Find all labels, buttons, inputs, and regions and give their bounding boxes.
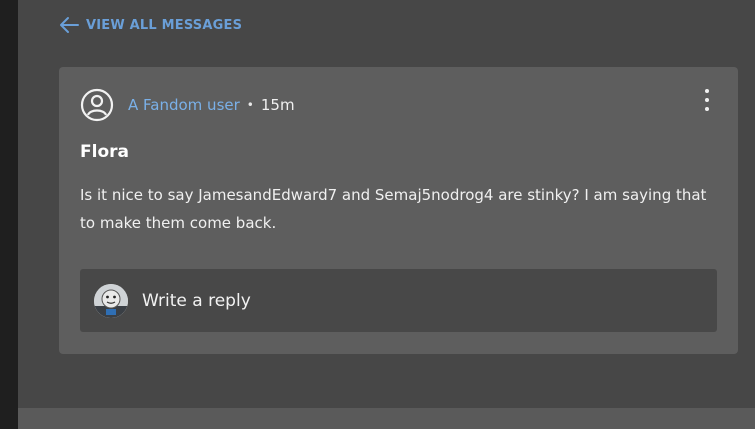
reply-placeholder: Write a reply bbox=[142, 290, 251, 311]
menu-dot bbox=[705, 89, 709, 93]
bottom-strip bbox=[18, 408, 755, 429]
post-title: Flora bbox=[80, 142, 129, 162]
avatar-thomas-icon bbox=[94, 283, 128, 318]
reply-input[interactable]: Write a reply bbox=[80, 269, 717, 332]
view-all-messages-link[interactable]: VIEW ALL MESSAGES bbox=[58, 16, 242, 34]
user-circle-icon bbox=[80, 88, 114, 122]
arrow-left-icon bbox=[60, 17, 79, 33]
menu-dot bbox=[705, 98, 709, 102]
post-timestamp: 15m bbox=[260, 96, 295, 114]
meta-separator: • bbox=[246, 98, 254, 112]
menu-dot bbox=[705, 107, 709, 111]
post-body: Is it nice to say JamesandEdward7 and Se… bbox=[80, 186, 707, 232]
left-rail bbox=[0, 0, 18, 429]
view-all-messages-label: VIEW ALL MESSAGES bbox=[86, 17, 243, 33]
message-card: A Fandom user • 15m Flora Is it nice to … bbox=[59, 67, 738, 354]
post-header: A Fandom user • 15m bbox=[80, 88, 295, 122]
post-author-link[interactable]: A Fandom user bbox=[128, 96, 240, 114]
more-vertical-icon[interactable] bbox=[702, 89, 712, 111]
